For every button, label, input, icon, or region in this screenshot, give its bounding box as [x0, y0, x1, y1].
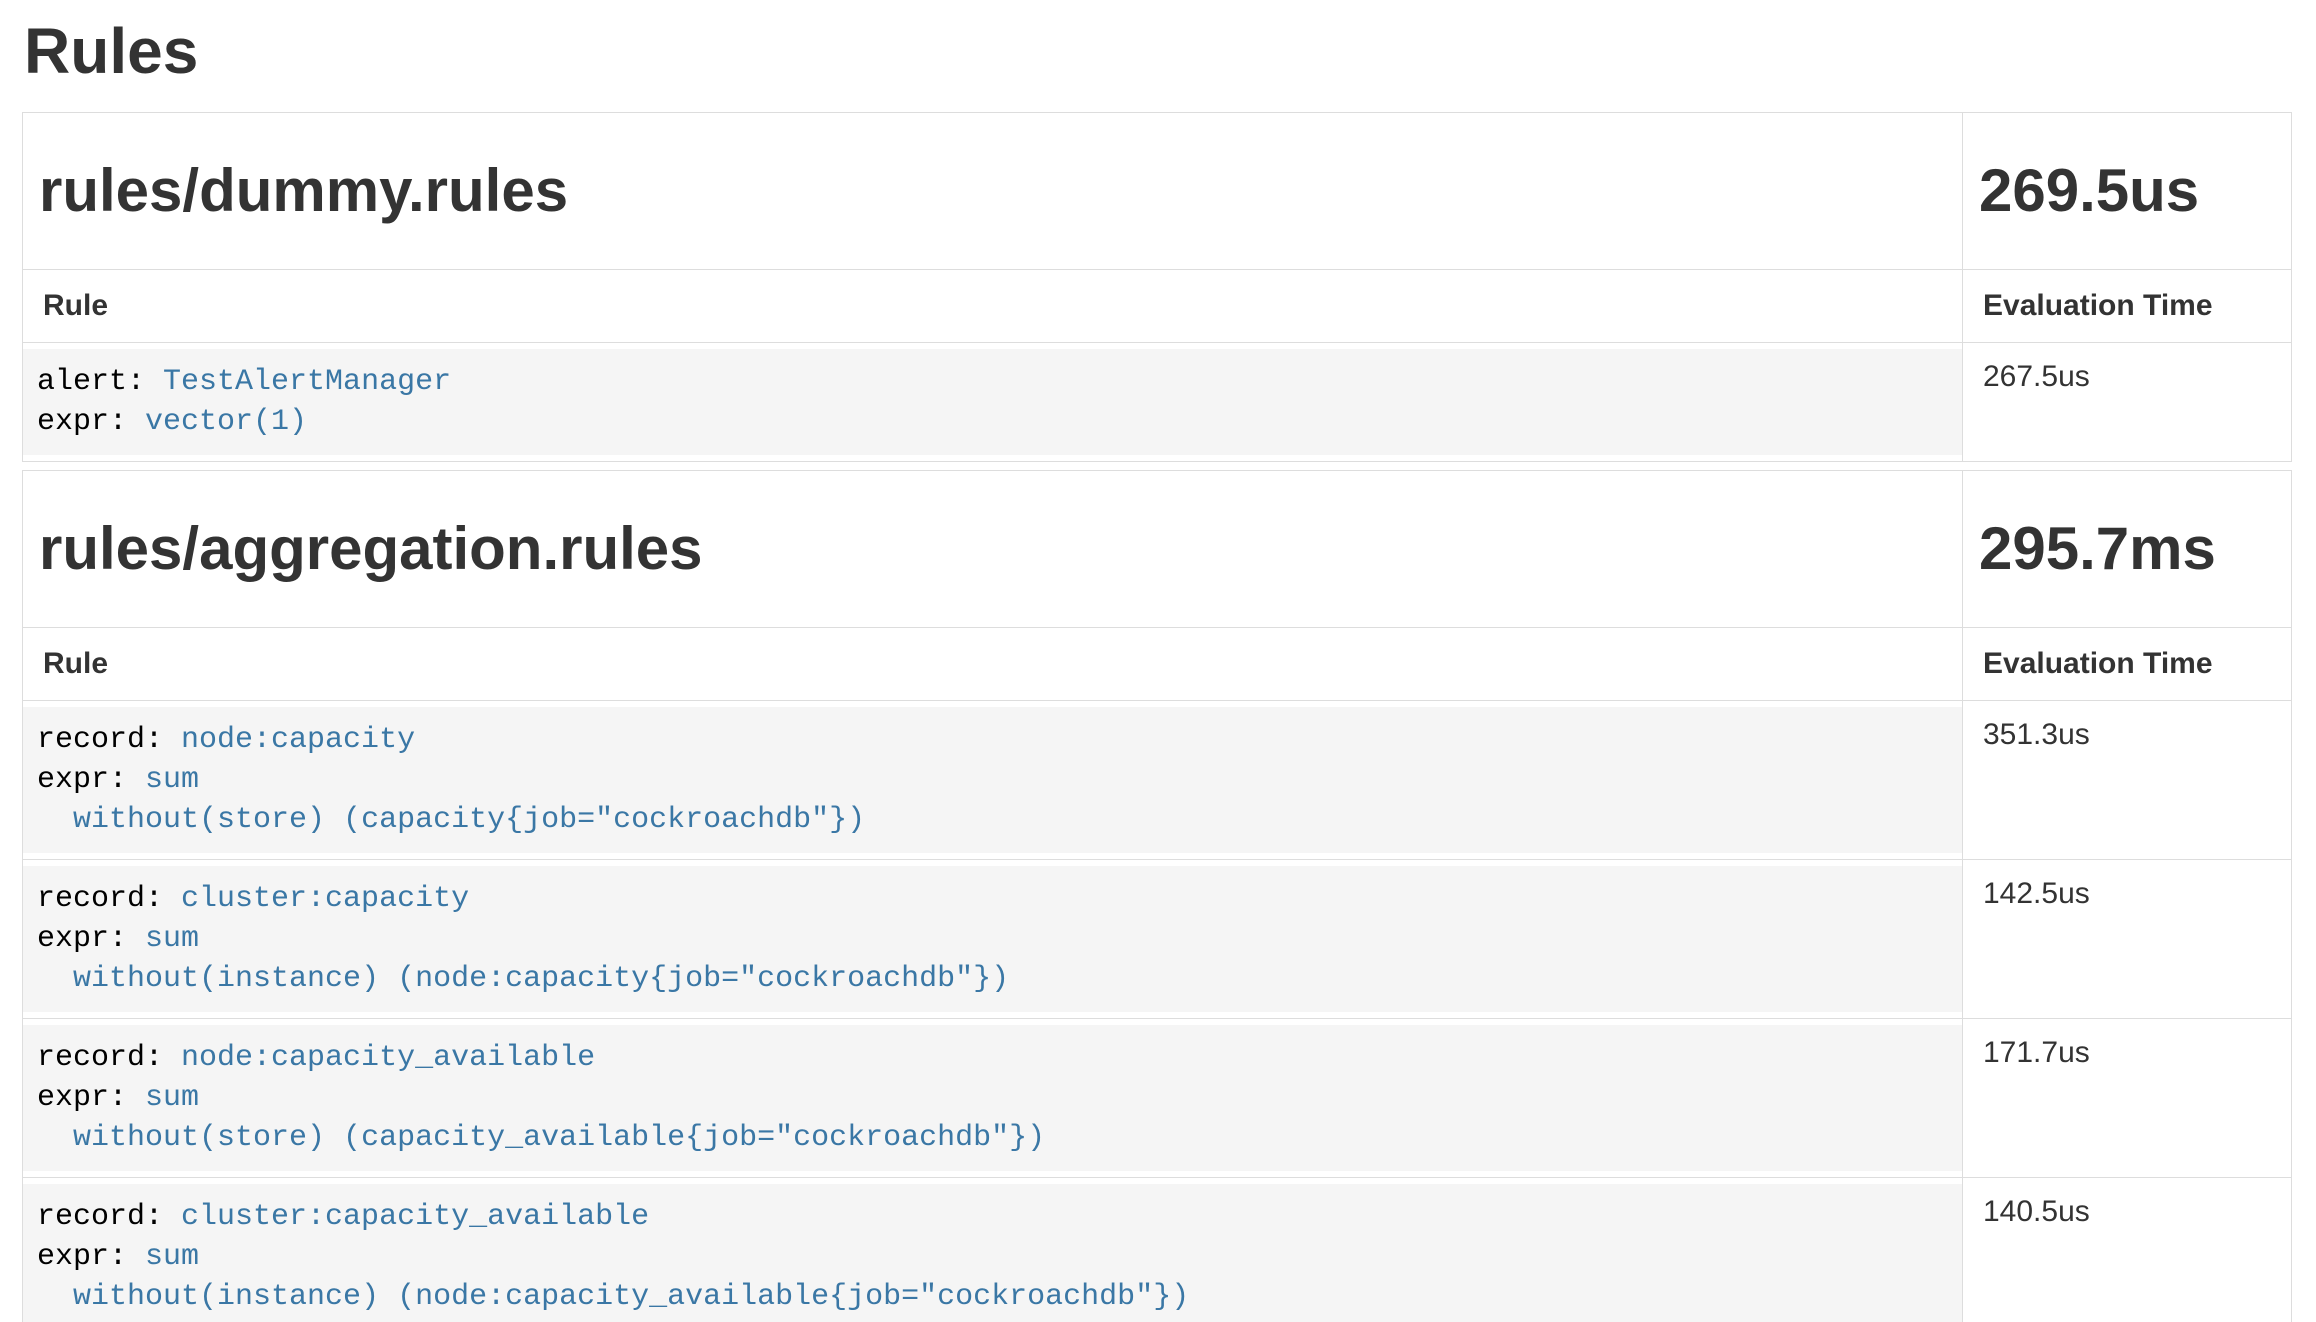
rule-line: record: cluster:capacity	[37, 879, 1948, 919]
rule-cell: record: node:capacityexpr: sum without(s…	[23, 701, 1963, 860]
rule-groups-container: rules/dummy.rules 269.5us Rule Evaluatio…	[22, 112, 2292, 1322]
rules-page: Rules rules/dummy.rules 269.5us Rule Eva…	[0, 0, 2316, 1322]
rule-line: alert: TestAlertManager	[37, 362, 1948, 402]
rule-eval-time: 140.5us	[1963, 1178, 2292, 1322]
rule-text	[37, 803, 73, 837]
rule-link[interactable]: vector(1)	[145, 405, 307, 439]
rules-group-table: rules/dummy.rules 269.5us Rule Evaluatio…	[22, 112, 2292, 462]
rule-link[interactable]: cluster:capacity	[181, 882, 469, 916]
rule-link[interactable]: sum	[145, 763, 199, 797]
rule-row: record: cluster:capacity_availableexpr: …	[23, 1178, 2292, 1322]
group-file-name: rules/aggregation.rules	[39, 515, 1946, 583]
rule-cell: record: node:capacity_availableexpr: sum…	[23, 1019, 1963, 1178]
column-header-eval-time: Evaluation Time	[1963, 628, 2292, 701]
rule-row: alert: TestAlertManagerexpr: vector(1)26…	[23, 343, 2292, 462]
rule-line: expr: sum	[37, 1237, 1948, 1277]
group-header-row: rules/dummy.rules 269.5us	[23, 113, 2292, 270]
rule-key: expr:	[37, 405, 145, 439]
rule-row: record: node:capacityexpr: sum without(s…	[23, 701, 2292, 860]
column-header-row: Rule Evaluation Time	[23, 270, 2292, 343]
group-header-row: rules/aggregation.rules 295.7ms	[23, 471, 2292, 628]
rule-line: expr: sum	[37, 919, 1948, 959]
rule-cell: alert: TestAlertManagerexpr: vector(1)	[23, 343, 1963, 462]
rule-line: record: node:capacity	[37, 720, 1948, 760]
rule-cell: record: cluster:capacityexpr: sum withou…	[23, 860, 1963, 1019]
rule-line: expr: sum	[37, 1078, 1948, 1118]
rules-group-table: rules/aggregation.rules 295.7ms Rule Eva…	[22, 470, 2292, 1322]
rule-key: record:	[37, 1041, 181, 1075]
group-total-eval-cell: 269.5us	[1963, 113, 2292, 270]
rule-key: expr:	[37, 1081, 145, 1115]
rules-body: record: node:capacityexpr: sum without(s…	[23, 701, 2292, 1322]
rule-link[interactable]: without(instance) (node:capacity{job="co…	[73, 962, 1009, 996]
rule-cell: record: cluster:capacity_availableexpr: …	[23, 1178, 1963, 1322]
rule-eval-time: 171.7us	[1963, 1019, 2292, 1178]
rule-link[interactable]: without(store) (capacity_available{job="…	[73, 1121, 1045, 1155]
rules-body: alert: TestAlertManagerexpr: vector(1)26…	[23, 343, 2292, 462]
rule-line: expr: sum	[37, 760, 1948, 800]
rule-key: record:	[37, 1200, 181, 1234]
rule-link[interactable]: cluster:capacity_available	[181, 1200, 649, 1234]
rule-row: record: cluster:capacityexpr: sum withou…	[23, 860, 2292, 1019]
column-header-row: Rule Evaluation Time	[23, 628, 2292, 701]
rule-eval-time: 267.5us	[1963, 343, 2292, 462]
rule-link[interactable]: TestAlertManager	[163, 365, 451, 399]
rule-key: expr:	[37, 763, 145, 797]
rule-text-block: record: node:capacity_availableexpr: sum…	[23, 1025, 1962, 1171]
rule-key: expr:	[37, 1240, 145, 1274]
group-total-eval-cell: 295.7ms	[1963, 471, 2292, 628]
rule-link[interactable]: sum	[145, 1240, 199, 1274]
rule-link[interactable]: sum	[145, 1081, 199, 1115]
column-header-eval-time: Evaluation Time	[1963, 270, 2292, 343]
page-title: Rules	[24, 14, 2292, 88]
rule-text	[37, 962, 73, 996]
rule-key: record:	[37, 882, 181, 916]
rule-key: record:	[37, 723, 181, 757]
rule-link[interactable]: node:capacity_available	[181, 1041, 595, 1075]
rule-link[interactable]: node:capacity	[181, 723, 415, 757]
rule-text	[37, 1121, 73, 1155]
rule-key: alert:	[37, 365, 163, 399]
group-total-eval-time: 295.7ms	[1979, 515, 2275, 583]
group-total-eval-time: 269.5us	[1979, 157, 2275, 225]
rule-link[interactable]: sum	[145, 922, 199, 956]
rule-link[interactable]: without(store) (capacity{job="cockroachd…	[73, 803, 865, 837]
rule-line: record: node:capacity_available	[37, 1038, 1948, 1078]
rule-text-block: record: node:capacityexpr: sum without(s…	[23, 707, 1962, 853]
column-header-rule: Rule	[23, 628, 1963, 701]
rule-eval-time: 351.3us	[1963, 701, 2292, 860]
rule-line: without(store) (capacity_available{job="…	[37, 1118, 1948, 1158]
rule-row: record: node:capacity_availableexpr: sum…	[23, 1019, 2292, 1178]
rule-link[interactable]: without(instance) (node:capacity_availab…	[73, 1280, 1189, 1314]
rule-line: without(store) (capacity{job="cockroachd…	[37, 800, 1948, 840]
group-file-cell: rules/dummy.rules	[23, 113, 1963, 270]
column-header-rule: Rule	[23, 270, 1963, 343]
rule-text-block: alert: TestAlertManagerexpr: vector(1)	[23, 349, 1962, 455]
rule-line: expr: vector(1)	[37, 402, 1948, 442]
group-file-cell: rules/aggregation.rules	[23, 471, 1963, 628]
rule-eval-time: 142.5us	[1963, 860, 2292, 1019]
rule-line: without(instance) (node:capacity{job="co…	[37, 959, 1948, 999]
rule-text-block: record: cluster:capacity_availableexpr: …	[23, 1184, 1962, 1322]
rule-line: record: cluster:capacity_available	[37, 1197, 1948, 1237]
rule-key: expr:	[37, 922, 145, 956]
group-file-name: rules/dummy.rules	[39, 157, 1946, 225]
rule-line: without(instance) (node:capacity_availab…	[37, 1277, 1948, 1317]
rule-text-block: record: cluster:capacityexpr: sum withou…	[23, 866, 1962, 1012]
rule-text	[37, 1280, 73, 1314]
